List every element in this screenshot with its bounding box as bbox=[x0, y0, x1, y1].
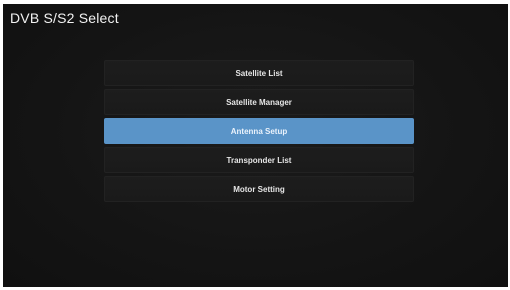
tv-screen: DVB S/S2 Select Satellite List Satellite… bbox=[3, 4, 508, 287]
menu-item-label: Satellite List bbox=[235, 68, 283, 78]
menu-item-motor-setting[interactable]: Motor Setting bbox=[104, 176, 414, 202]
menu-item-label: Transponder List bbox=[226, 155, 292, 165]
menu-item-satellite-list[interactable]: Satellite List bbox=[104, 60, 414, 86]
page-title: DVB S/S2 Select bbox=[10, 10, 119, 26]
menu-item-satellite-manager[interactable]: Satellite Manager bbox=[104, 89, 414, 115]
menu-item-label: Motor Setting bbox=[233, 184, 285, 194]
menu-item-antenna-setup[interactable]: Antenna Setup bbox=[104, 118, 414, 144]
dvb-menu: Satellite List Satellite Manager Antenna… bbox=[104, 60, 414, 205]
menu-item-label: Antenna Setup bbox=[230, 126, 288, 136]
menu-item-label: Satellite Manager bbox=[226, 97, 292, 107]
menu-item-transponder-list[interactable]: Transponder List bbox=[104, 147, 414, 173]
